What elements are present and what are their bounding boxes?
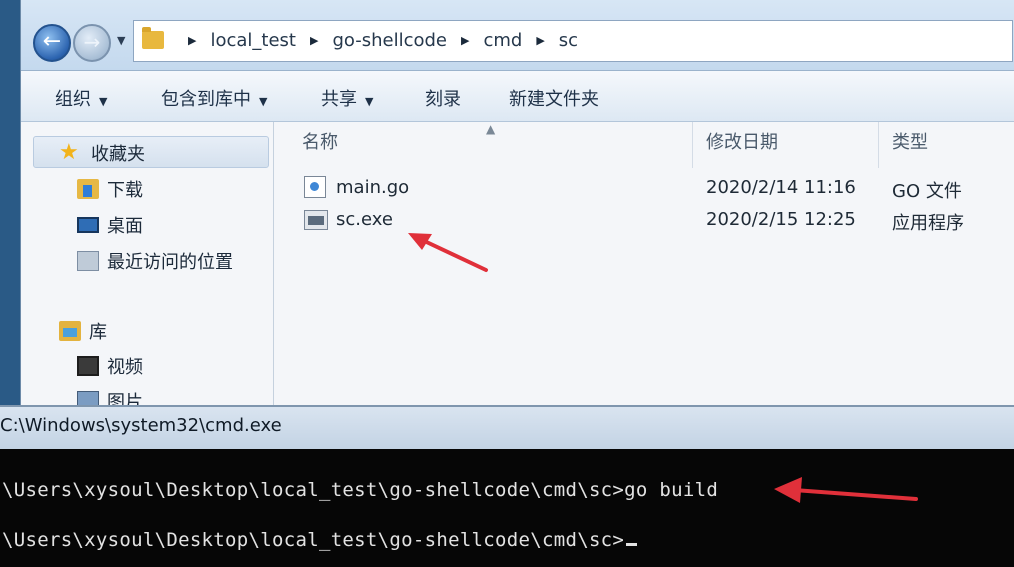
include-in-library-button[interactable]: 包含到库中 ▼ [161,85,267,111]
breadcrumb-chevron-icon[interactable]: ▶ [461,34,469,47]
cmd-title: C:\Windows\system32\cmd.exe [0,415,282,436]
navigation-pane: ★ 收藏夹 下载 桌面 最近访问的位置 库 视频 图片 [21,122,274,413]
new-folder-button[interactable]: 新建文件夹 [509,85,599,111]
nav-item-downloads[interactable]: 下载 [77,176,143,202]
share-button[interactable]: 共享 ▼ [321,85,373,111]
organize-button[interactable]: 组织 ▼ [55,85,107,111]
file-name: sc.exe [336,209,393,230]
breadcrumb-item[interactable]: go-shellcode [332,30,447,51]
back-button[interactable]: ← [33,24,71,62]
cmd-console[interactable]: \Users\xysoul\Desktop\local_test\go-shel… [0,449,1014,567]
include-in-library-label: 包含到库中 [161,89,251,110]
video-icon [77,356,99,376]
cmd-prompt-text: \Users\xysoul\Desktop\local_test\go-shel… [2,529,625,551]
cmd-prompt-line: \Users\xysoul\Desktop\local_test\go-shel… [2,529,638,551]
nav-item-recent-places[interactable]: 最近访问的位置 [77,248,233,274]
arrow-left-icon: ← [42,29,62,54]
sort-ascending-icon: ▲ [486,122,496,136]
nav-label: 收藏夹 [91,144,145,165]
file-name: main.go [336,177,410,198]
file-list: 名称 ▲ 修改日期 类型 main.go 2020/2/14 11:16 GO … [274,122,1014,405]
cmd-window: C:\Windows\system32\cmd.exe \Users\xysou… [0,405,1014,567]
breadcrumb-item[interactable]: cmd [483,30,522,51]
explorer-window: ← → ▼ ▶ local_test ▶ go-shellcode ▶ cmd … [20,0,1014,413]
file-row-sc-exe[interactable]: sc.exe 2020/2/15 12:25 应用程序 [274,204,1014,236]
file-date: 2020/2/15 12:25 [706,209,856,230]
cmd-output-line: \Users\xysoul\Desktop\local_test\go-shel… [2,479,719,501]
nav-item-desktop[interactable]: 桌面 [77,212,143,238]
nav-item-favorites[interactable]: ★ 收藏夹 [59,140,145,166]
file-type: 应用程序 [892,213,964,234]
breadcrumb-item[interactable]: sc [559,30,578,51]
arrow-right-icon: → [83,30,101,54]
cmd-title-bar[interactable]: C:\Windows\system32\cmd.exe [0,405,1014,449]
breadcrumb-chevron-icon[interactable]: ▶ [188,34,196,47]
column-header-type[interactable]: 类型 [864,122,1014,168]
forward-button[interactable]: → [73,24,111,62]
chevron-down-icon: ▼ [365,95,374,108]
breadcrumb-item[interactable]: local_test [210,30,296,51]
command-bar: 组织 ▼ 包含到库中 ▼ 共享 ▼ 刻录 新建文件夹 [21,71,1014,122]
burn-button[interactable]: 刻录 [425,85,461,111]
column-header-label: 修改日期 [706,132,778,153]
nav-label: 库 [89,322,107,343]
libraries-icon [59,321,81,341]
nav-item-videos[interactable]: 视频 [77,353,143,379]
star-icon: ★ [59,140,79,165]
recent-places-icon [77,251,99,271]
column-header-label: 类型 [892,132,928,153]
organize-label: 组织 [55,89,91,110]
breadcrumb-chevron-icon[interactable]: ▶ [536,34,544,47]
new-folder-label: 新建文件夹 [509,89,599,110]
burn-label: 刻录 [425,89,461,110]
breadcrumb[interactable]: ▶ local_test ▶ go-shellcode ▶ cmd ▶ sc [133,20,1013,62]
nav-label: 桌面 [107,216,143,237]
text-cursor-icon [626,543,638,546]
nav-label: 最近访问的位置 [107,252,233,273]
nav-item-libraries[interactable]: 库 [59,318,107,344]
column-header-date-modified[interactable]: 修改日期 [678,122,864,168]
file-type: GO 文件 [892,181,962,202]
recent-pages-dropdown[interactable]: ▼ [117,34,125,47]
downloads-folder-icon [77,179,99,199]
address-bar: ← → ▼ ▶ local_test ▶ go-shellcode ▶ cmd … [21,0,1014,71]
column-header-name[interactable]: 名称 [274,122,692,168]
column-header-label: 名称 [302,132,338,153]
file-row-main-go[interactable]: main.go 2020/2/14 11:16 GO 文件 [274,172,1014,204]
go-file-icon [304,176,326,198]
chevron-down-icon: ▼ [259,95,268,108]
breadcrumb-chevron-icon[interactable]: ▶ [310,34,318,47]
exe-file-icon [304,210,328,230]
chevron-down-icon: ▼ [99,95,108,108]
nav-label: 视频 [107,357,143,378]
nav-label: 下载 [107,180,143,201]
folder-icon [142,27,164,49]
file-date: 2020/2/14 11:16 [706,177,856,198]
desktop-icon [77,217,99,233]
share-label: 共享 [321,89,357,110]
